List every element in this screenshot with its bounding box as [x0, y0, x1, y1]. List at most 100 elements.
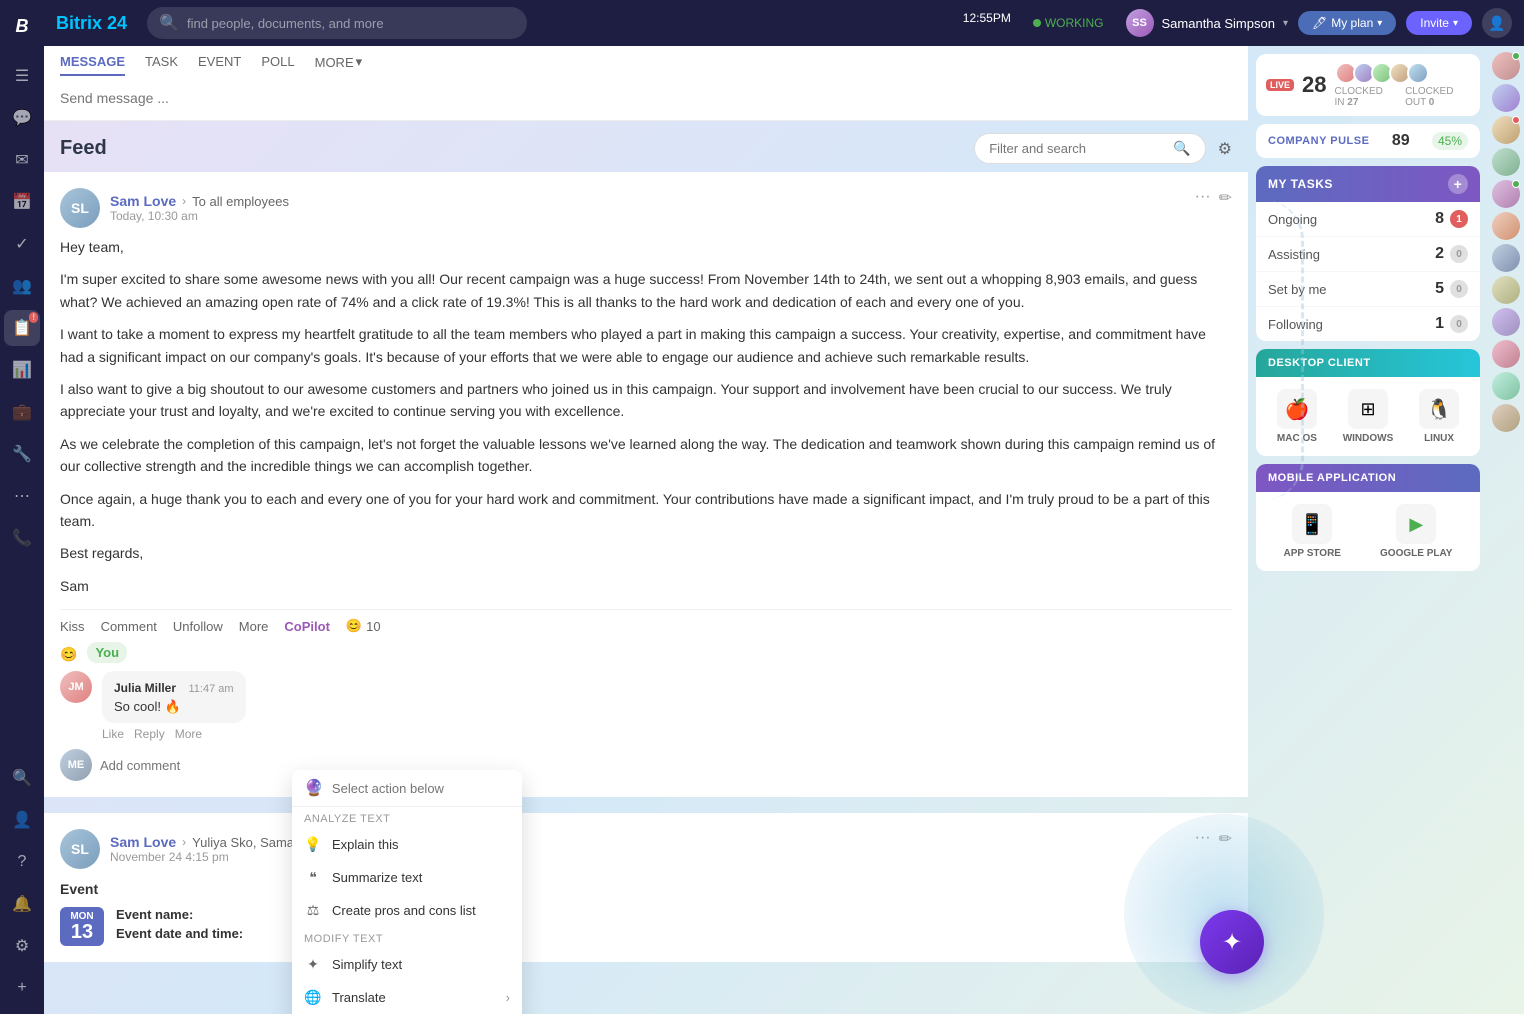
nav-search-icon[interactable]: 🔍: [4, 760, 40, 796]
task-row-ongoing[interactable]: Ongoing 8 1: [1256, 202, 1480, 237]
google-play-button[interactable]: ▶ GOOGLE PLAY: [1380, 504, 1452, 559]
online-user-avatar[interactable]: [1492, 84, 1520, 112]
online-user-avatar[interactable]: [1492, 148, 1520, 176]
online-user-avatar[interactable]: [1492, 404, 1520, 432]
online-user-avatar[interactable]: [1492, 180, 1520, 208]
copilot-dropdown: 🔮 ANALYZE TEXT 💡 Explain this ❝ Summariz…: [292, 770, 522, 1014]
more-options-icon[interactable]: ···: [1195, 829, 1211, 849]
translate-icon: 🌐: [304, 989, 322, 1006]
translate-item[interactable]: 🌐 Translate ›: [292, 981, 522, 1014]
status-indicator: [1512, 52, 1520, 60]
tab-task[interactable]: TASK: [145, 54, 178, 76]
pros-cons-item[interactable]: ⚖ Create pros and cons list: [292, 894, 522, 927]
nav-add-icon[interactable]: +: [4, 970, 40, 1006]
tab-event[interactable]: EVENT: [198, 54, 241, 76]
feed-search-input[interactable]: [989, 141, 1165, 156]
nav-phone-icon[interactable]: 📞: [4, 520, 40, 556]
app-store-button[interactable]: 📱 APP STORE: [1284, 504, 1341, 559]
my-plan-button[interactable]: 🖊 My plan ▾: [1298, 11, 1396, 35]
nav-home-icon[interactable]: B: [4, 8, 40, 44]
post-options[interactable]: ··· ✏: [1195, 188, 1232, 208]
chevron-down-icon: ▾: [1453, 18, 1458, 29]
nav-alert-icon[interactable]: 🔔: [4, 886, 40, 922]
nav-activity-icon[interactable]: 💬: [4, 100, 40, 136]
online-user-avatar[interactable]: [1492, 52, 1520, 80]
comment-time: 11:47 am: [188, 683, 233, 695]
tab-message[interactable]: MESSAGE: [60, 54, 125, 76]
task-row-following[interactable]: Following 1 0: [1256, 307, 1480, 341]
windows-label: WINDOWS: [1343, 433, 1394, 444]
online-user-avatar[interactable]: [1492, 340, 1520, 368]
right-user-list: [1488, 46, 1524, 1014]
nav-help-icon[interactable]: ?: [4, 844, 40, 880]
arrow-icon: ›: [182, 835, 186, 849]
search-input[interactable]: [187, 16, 515, 31]
copilot-search-input[interactable]: [332, 781, 510, 796]
event-label: Event: [60, 877, 1232, 907]
edit-icon[interactable]: ✏: [1219, 188, 1232, 208]
nav-contacts-icon[interactable]: 👥: [4, 268, 40, 304]
event-author-name[interactable]: Sam Love: [110, 834, 176, 850]
linux-button[interactable]: 🐧 LINUX: [1419, 389, 1459, 444]
ai-assistant-fab[interactable]: ✦: [1200, 910, 1264, 974]
online-user-avatar[interactable]: [1492, 244, 1520, 272]
nav-sites-icon[interactable]: 🔧: [4, 436, 40, 472]
online-user-avatar[interactable]: [1492, 372, 1520, 400]
nav-user-icon[interactable]: 👤: [4, 802, 40, 838]
mac-os-button[interactable]: 🍎 MAC OS: [1277, 389, 1317, 444]
user-profile[interactable]: SS Samantha Simpson ▾: [1126, 9, 1288, 37]
windows-button[interactable]: ⊞ WINDOWS: [1343, 389, 1394, 444]
app-store-label: APP STORE: [1284, 548, 1341, 559]
windows-icon: ⊞: [1348, 389, 1388, 429]
feed-search-bar[interactable]: 🔍: [974, 133, 1205, 164]
nav-more-icon[interactable]: ⋯: [4, 478, 40, 514]
more-button[interactable]: More: [239, 619, 269, 634]
explain-this-item[interactable]: 💡 Explain this: [292, 828, 522, 861]
invite-button[interactable]: Invite ▾: [1406, 11, 1472, 35]
live-counter-widget: LIVE 28 CLOCKED IN 27 CLOCKED OUT 0: [1256, 54, 1480, 116]
comment-button[interactable]: Comment: [101, 619, 157, 634]
nav-drive-icon[interactable]: 💼: [4, 394, 40, 430]
feed-settings-icon[interactable]: ⚙: [1218, 139, 1232, 159]
reply-action[interactable]: Reply: [134, 727, 165, 741]
add-comment-input[interactable]: [100, 758, 1232, 773]
tab-more[interactable]: MORE ▾: [315, 54, 363, 76]
add-task-button[interactable]: +: [1448, 174, 1468, 194]
task-badge-ongoing: 1: [1450, 210, 1468, 228]
nav-tasks-icon[interactable]: ✓: [4, 226, 40, 262]
global-search-bar[interactable]: 🔍: [147, 7, 527, 39]
add-comment-area: ME: [60, 749, 1232, 781]
status-dot: [1033, 19, 1041, 27]
live-avatars: [1335, 62, 1471, 84]
nav-menu-icon[interactable]: ☰: [4, 58, 40, 94]
task-badge-following: 0: [1450, 315, 1468, 333]
task-row-setbyme[interactable]: Set by me 5 0: [1256, 272, 1480, 307]
like-action[interactable]: Like: [102, 727, 124, 741]
nav-feed-icon[interactable]: 📋 !: [4, 310, 40, 346]
commenter-name[interactable]: Julia Miller: [114, 681, 176, 695]
copilot-button[interactable]: CoPilot: [284, 619, 330, 634]
post-author-name[interactable]: Sam Love: [110, 193, 176, 209]
post-p5: As we celebrate the completion of this c…: [60, 433, 1232, 478]
event-post-options[interactable]: ··· ✏: [1195, 829, 1232, 849]
tab-poll[interactable]: POLL: [261, 54, 294, 76]
online-user-avatar[interactable]: [1492, 212, 1520, 240]
simplify-text-item[interactable]: ✦ Simplify text: [292, 948, 522, 981]
nav-chat-icon[interactable]: ✉: [4, 142, 40, 178]
online-user-avatar[interactable]: [1492, 276, 1520, 304]
more-action[interactable]: More: [175, 727, 202, 741]
event-post-avatar: SL: [60, 829, 100, 869]
nav-crm-icon[interactable]: 📊: [4, 352, 40, 388]
nav-settings-icon[interactable]: ⚙: [4, 928, 40, 964]
unfollow-button[interactable]: Unfollow: [173, 619, 223, 634]
nav-calendar-icon[interactable]: 📅: [4, 184, 40, 220]
kiss-button[interactable]: Kiss: [60, 619, 85, 634]
compose-message-input[interactable]: [60, 84, 1232, 112]
summarize-text-item[interactable]: ❝ Summarize text: [292, 861, 522, 894]
task-row-assisting[interactable]: Assisting 2 0: [1256, 237, 1480, 272]
online-user-avatar[interactable]: [1492, 116, 1520, 144]
online-user-avatar[interactable]: [1492, 308, 1520, 336]
notifications-button[interactable]: 👤: [1482, 8, 1512, 38]
more-options-icon[interactable]: ···: [1195, 188, 1211, 208]
edit-icon[interactable]: ✏: [1219, 829, 1232, 849]
